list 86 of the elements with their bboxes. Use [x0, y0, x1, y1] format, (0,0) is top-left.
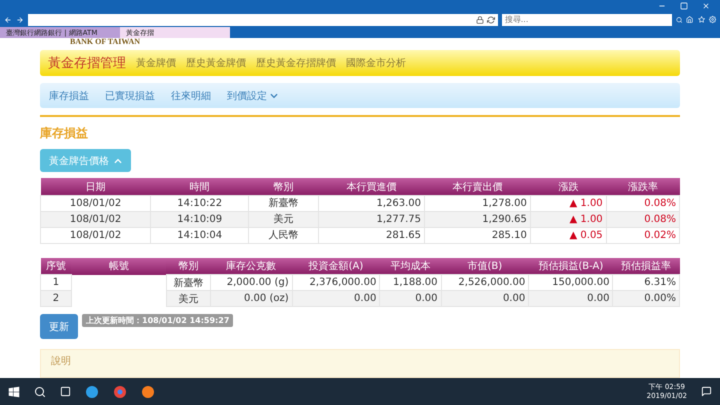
last-update-label: 上次更新時間：108/01/02 14:59:27: [82, 314, 234, 328]
maximize-icon[interactable]: [680, 2, 688, 10]
nav-link[interactable]: 國際金市分析: [346, 56, 406, 70]
table-cell: 281.65: [318, 227, 424, 244]
nav-title[interactable]: 黃金存摺管理: [48, 54, 126, 72]
sub-nav-link[interactable]: 庫存損益: [49, 88, 89, 103]
table-cell: 1: [40, 274, 72, 291]
table-cell: ▲ 0.05: [530, 227, 606, 244]
table-cell: 0.00 (oz): [210, 290, 292, 307]
table-cell: 108/01/02: [40, 227, 151, 244]
notes-title: 說明: [51, 356, 71, 368]
column-header: 漲跌: [530, 178, 606, 196]
close-icon[interactable]: [702, 2, 710, 10]
table-cell: 14:10:22: [150, 195, 249, 212]
table-cell: 2,376,000.00: [292, 274, 380, 291]
table-cell: 108/01/02: [40, 195, 151, 212]
table-cell: 0.02%: [606, 227, 680, 244]
browser-icon[interactable]: [113, 384, 127, 398]
table-cell: 14:10:04: [150, 227, 249, 244]
lock-icon: [476, 16, 484, 24]
table-cell: 0.00: [380, 290, 442, 307]
table-cell: 14:10:09: [150, 211, 249, 228]
price-toggle-button[interactable]: 黃金牌告價格: [40, 149, 131, 172]
column-header: 日期: [40, 178, 151, 196]
table-cell: 0.00: [441, 290, 529, 307]
table-cell: 1,278.00: [424, 195, 530, 212]
refresh-button[interactable]: 更新: [40, 314, 78, 340]
table-cell: 1,277.75: [318, 211, 424, 228]
column-header: 本行賣出價: [424, 178, 530, 196]
nav-link[interactable]: 歷史黃金存摺牌價: [256, 56, 336, 70]
search-field[interactable]: 搜尋...: [502, 14, 672, 26]
column-header: 幣別: [248, 178, 319, 196]
browser-icon[interactable]: [85, 384, 99, 398]
table-cell: 美元: [166, 290, 210, 307]
table-cell: ▲ 1.00: [530, 195, 606, 212]
chevron-down-icon: [270, 92, 278, 100]
column-header: 幣別: [166, 258, 210, 275]
start-icon[interactable]: [8, 386, 20, 398]
table-cell: 新臺幣: [166, 274, 210, 291]
column-header: 庫存公克數: [210, 258, 292, 275]
table-cell: 0.08%: [606, 211, 680, 228]
sub-nav-link[interactable]: 往來明細: [171, 88, 211, 103]
bank-logo-text: BANK OF TAIWAN: [69, 38, 142, 46]
table-cell: 2: [40, 290, 72, 307]
column-header: 投資金額(A): [292, 258, 380, 275]
settings-icon[interactable]: [708, 14, 716, 25]
column-header: 市值(B): [441, 258, 529, 275]
column-header: 預估損益(B-A): [528, 258, 613, 275]
table-cell: 0.00%: [612, 290, 680, 307]
chevron-up-icon: [114, 156, 122, 165]
section-title: 庫存損益: [40, 125, 89, 142]
sub-nav-link[interactable]: 到價設定: [227, 88, 278, 103]
table-cell: 6.31%: [612, 274, 680, 291]
task-view-icon[interactable]: [60, 386, 71, 397]
refresh-icon[interactable]: [486, 16, 495, 24]
search-icon[interactable]: [34, 386, 46, 398]
notification-icon[interactable]: [701, 386, 712, 397]
column-header: 帳號: [71, 258, 166, 275]
browser-icon[interactable]: [141, 384, 155, 398]
nav-link[interactable]: 歷史黃金牌價: [186, 56, 246, 70]
table-cell: 150,000.00: [528, 274, 613, 291]
table-cell: 0.08%: [606, 195, 680, 212]
column-header: 漲跌率: [606, 178, 680, 196]
column-header: 平均成本: [380, 258, 442, 275]
column-header: 預估損益率: [612, 258, 680, 275]
table-cell: 285.10: [424, 227, 530, 244]
home-icon[interactable]: [686, 14, 694, 25]
nav-link[interactable]: 黃金牌價: [136, 56, 176, 70]
column-header: 序號: [40, 258, 72, 275]
table-cell: 0.00: [528, 290, 613, 307]
table-cell: 0.00: [292, 290, 380, 307]
table-cell: 1,263.00: [318, 195, 424, 212]
table-cell: 人民幣: [248, 227, 319, 244]
address-field[interactable]: [28, 14, 498, 26]
table-cell: 美元: [248, 211, 319, 228]
star-icon[interactable]: [698, 14, 705, 25]
table-cell: 2,000.00 (g): [210, 274, 292, 291]
table-cell: ▲ 1.00: [530, 211, 606, 228]
sub-nav-link[interactable]: 已實現損益: [105, 88, 155, 103]
column-header: 時間: [150, 178, 249, 196]
table-cell: 1,188.00: [380, 274, 442, 291]
column-header: 本行買進價: [318, 178, 424, 196]
table-cell: 新臺幣: [248, 195, 319, 212]
table-cell: 1,290.65: [424, 211, 530, 228]
table-cell: 2,526,000.00: [441, 274, 529, 291]
table-cell: 108/01/02: [40, 211, 151, 228]
